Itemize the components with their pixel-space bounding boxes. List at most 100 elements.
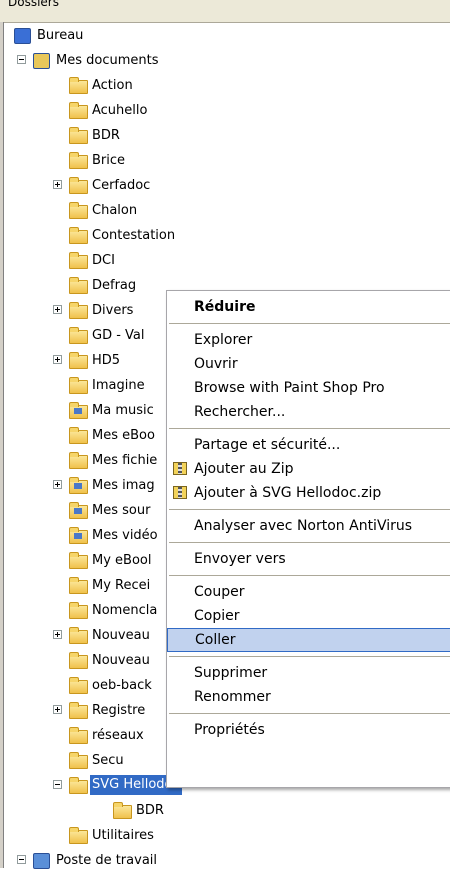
menu-separator — [169, 509, 450, 510]
tree-item-label: Divers — [92, 303, 134, 318]
folder-icon — [69, 202, 88, 219]
menu-item-ouvrir[interactable]: Ouvrir — [167, 352, 450, 376]
folder-icon — [69, 677, 88, 694]
tree-item[interactable]: Mes documents — [0, 48, 450, 73]
folder-icon — [69, 827, 88, 844]
menu-item-browse-with-paint-shop-pro[interactable]: Browse with Paint Shop Pro — [167, 376, 450, 400]
tree-item-label: DCI — [92, 253, 115, 268]
folder-icon — [69, 252, 88, 269]
folder-open-icon — [69, 777, 88, 794]
tree-item-label: réseaux — [92, 728, 144, 743]
menu-item-label: Renommer — [194, 689, 271, 705]
tree-item-label: My Recei — [92, 578, 151, 593]
folder-icon — [69, 377, 88, 394]
tree-item[interactable]: Chalon — [0, 198, 450, 223]
menu-item-label: Partage et sécurité... — [194, 437, 341, 453]
sources-folder-icon — [69, 502, 88, 519]
folder-icon — [69, 602, 88, 619]
menu-item-label: Explorer — [194, 332, 253, 348]
tree-item-label: Poste de travail — [56, 853, 158, 868]
menu-item-reduire[interactable]: Réduire — [167, 295, 450, 319]
tree-item-label: Cerfadoc — [92, 178, 151, 193]
menu-item-proprietes[interactable]: Propriétés — [167, 718, 450, 742]
tree-item-label: Defrag — [92, 278, 137, 293]
tree-item-label: GD - Val — [92, 328, 145, 343]
tree-item-label: Utilitaires — [92, 828, 154, 843]
menu-separator — [169, 323, 450, 324]
menu-item-coller[interactable]: Coller — [167, 628, 450, 652]
tree-item[interactable]: Utilitaires — [0, 823, 450, 848]
menu-item-rechercher[interactable]: Rechercher... — [167, 400, 450, 424]
tree-item-label: Mes sour — [92, 503, 151, 518]
tree-item[interactable]: Contestation — [0, 223, 450, 248]
menu-item-label: Analyser avec Norton AntiVirus — [194, 518, 413, 534]
menu-separator — [169, 575, 450, 576]
expand-plus-icon[interactable] — [53, 630, 62, 639]
tree-item-label: Chalon — [92, 203, 138, 218]
menu-item-ajouter-au-zip[interactable]: Ajouter au Zip — [167, 457, 450, 481]
zip-icon — [173, 486, 187, 499]
tree-item[interactable]: Acuhello — [0, 98, 450, 123]
folder-icon — [69, 227, 88, 244]
menu-item-label: Ajouter à SVG Hellodoc.zip — [194, 485, 382, 501]
menu-separator — [169, 428, 450, 429]
folder-icon — [69, 627, 88, 644]
menu-item-label: Ouvrir — [194, 356, 238, 372]
menu-separator — [169, 713, 450, 714]
folder-icon — [69, 127, 88, 144]
folder-icon — [69, 427, 88, 444]
expand-plus-icon[interactable] — [53, 180, 62, 189]
expand-plus-icon[interactable] — [53, 355, 62, 364]
panel-title: Dossiers — [8, 0, 59, 9]
menu-item-partage-et-securite[interactable]: Partage et sécurité... — [167, 433, 450, 457]
menu-item-copier[interactable]: Copier — [167, 604, 450, 628]
collapse-minus-icon[interactable] — [17, 855, 26, 864]
menu-item-label: Réduire — [194, 299, 256, 315]
tree-item-label: Nouveau — [92, 628, 150, 643]
tree-item[interactable]: Poste de travail — [0, 848, 450, 873]
menu-item-supprimer[interactable]: Supprimer — [167, 661, 450, 685]
folder-icon — [69, 352, 88, 369]
tree-item-label: Mes eBoo — [92, 428, 155, 443]
tree-item[interactable]: BDR — [0, 123, 450, 148]
expand-plus-icon[interactable] — [53, 705, 62, 714]
menu-item-ajouter-a-svg-hellodoc-zip[interactable]: Ajouter à SVG Hellodoc.zip — [167, 481, 450, 505]
tree-item-label: My eBool — [92, 553, 152, 568]
expand-plus-icon[interactable] — [53, 480, 62, 489]
tree-item-label: Brice — [92, 153, 126, 168]
menu-item-couper[interactable]: Couper — [167, 580, 450, 604]
folder-icon — [69, 102, 88, 119]
tree-item-label: Registre — [92, 703, 146, 718]
menu-item-explorer[interactable]: Explorer — [167, 328, 450, 352]
tree-item-label: BDR — [136, 803, 164, 818]
menu-item-label: Copier — [194, 608, 240, 624]
menu-item-renommer[interactable]: Renommer — [167, 685, 450, 709]
pictures-folder-icon — [69, 477, 88, 494]
folder-icon — [69, 177, 88, 194]
menu-item-envoyer-vers[interactable]: Envoyer vers — [167, 547, 450, 571]
menu-item-label: Propriétés — [194, 722, 265, 738]
tree-item[interactable]: Brice — [0, 148, 450, 173]
tree-item-label: Bureau — [37, 28, 84, 43]
collapse-minus-icon[interactable] — [17, 55, 26, 64]
tree-item-label: Secu — [92, 753, 124, 768]
tree-item[interactable]: Cerfadoc — [0, 173, 450, 198]
tree-item[interactable]: Action — [0, 73, 450, 98]
tree-item-label: Mes imag — [92, 478, 155, 493]
menu-separator — [169, 542, 450, 543]
folder-icon — [113, 802, 132, 819]
tree-item-label: Imagine — [92, 378, 145, 393]
menu-item-analyser-avec-norton-antivirus[interactable]: Analyser avec Norton AntiVirus — [167, 514, 450, 538]
expand-plus-icon[interactable] — [53, 305, 62, 314]
tree-item[interactable]: DCI — [0, 248, 450, 273]
folder-icon — [69, 77, 88, 94]
menu-item-label: Rechercher... — [194, 404, 286, 420]
tree-item-label: Mes vidéo — [92, 528, 158, 543]
tree-item-label: Action — [92, 78, 133, 93]
tree-item[interactable]: BDR — [0, 798, 450, 823]
menu-item-label: Coller — [195, 632, 236, 648]
tree-item[interactable]: Bureau — [0, 23, 450, 48]
tree-item-label: Ma music — [92, 403, 154, 418]
folder-icon — [69, 702, 88, 719]
collapse-minus-icon[interactable] — [53, 780, 62, 789]
